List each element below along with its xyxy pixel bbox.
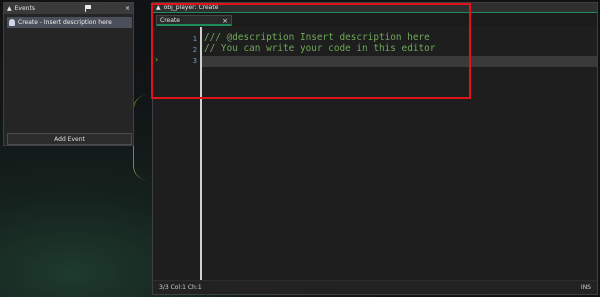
pin-icon[interactable]: ▲	[7, 5, 12, 12]
current-line-marker-icon: ›	[155, 55, 159, 64]
tab-create[interactable]: Create ×	[156, 15, 232, 26]
lightbulb-icon	[9, 19, 15, 26]
editor-tabbar: Create ×	[153, 13, 597, 26]
line-number: 2	[192, 46, 197, 54]
add-event-button[interactable]: Add Event	[7, 133, 132, 145]
close-icon[interactable]: ×	[125, 5, 130, 12]
editor-statusbar: 3/3 Col:1 Ch:1 INS	[153, 280, 597, 294]
current-line-highlight	[202, 56, 597, 67]
events-panel: ▲ Events × Create - Insert description h…	[3, 2, 134, 146]
event-item-create[interactable]: Create - Insert description here	[7, 17, 132, 28]
code-line[interactable]: // You can write your code in this edito…	[204, 43, 435, 54]
editor-titlebar[interactable]: ▲ obj_player: Create	[153, 3, 597, 13]
tab-close-icon[interactable]: ×	[222, 17, 228, 25]
events-title: Events	[14, 5, 35, 12]
code-line[interactable]: /// @description Insert description here	[204, 32, 430, 43]
editor-title: obj_player: Create	[163, 4, 219, 11]
tab-label: Create	[160, 16, 180, 24]
line-gutter: 1 2 3 ›	[153, 27, 201, 281]
flag-icon[interactable]	[84, 5, 91, 12]
code-area[interactable]: 1 2 3 › /// @description Insert descript…	[153, 27, 597, 281]
event-item-label: Create - Insert description here	[18, 19, 112, 26]
events-titlebar[interactable]: ▲ Events ×	[4, 3, 133, 14]
cursor-position: 3/3 Col:1 Ch:1	[159, 284, 202, 291]
line-number: 1	[192, 35, 197, 43]
line-number: 3	[192, 57, 197, 65]
code-editor-window: ▲ obj_player: Create Create × 1 2 3 › //…	[152, 2, 598, 295]
pin-icon[interactable]: ▲	[156, 4, 161, 11]
insert-mode: INS	[580, 284, 591, 291]
